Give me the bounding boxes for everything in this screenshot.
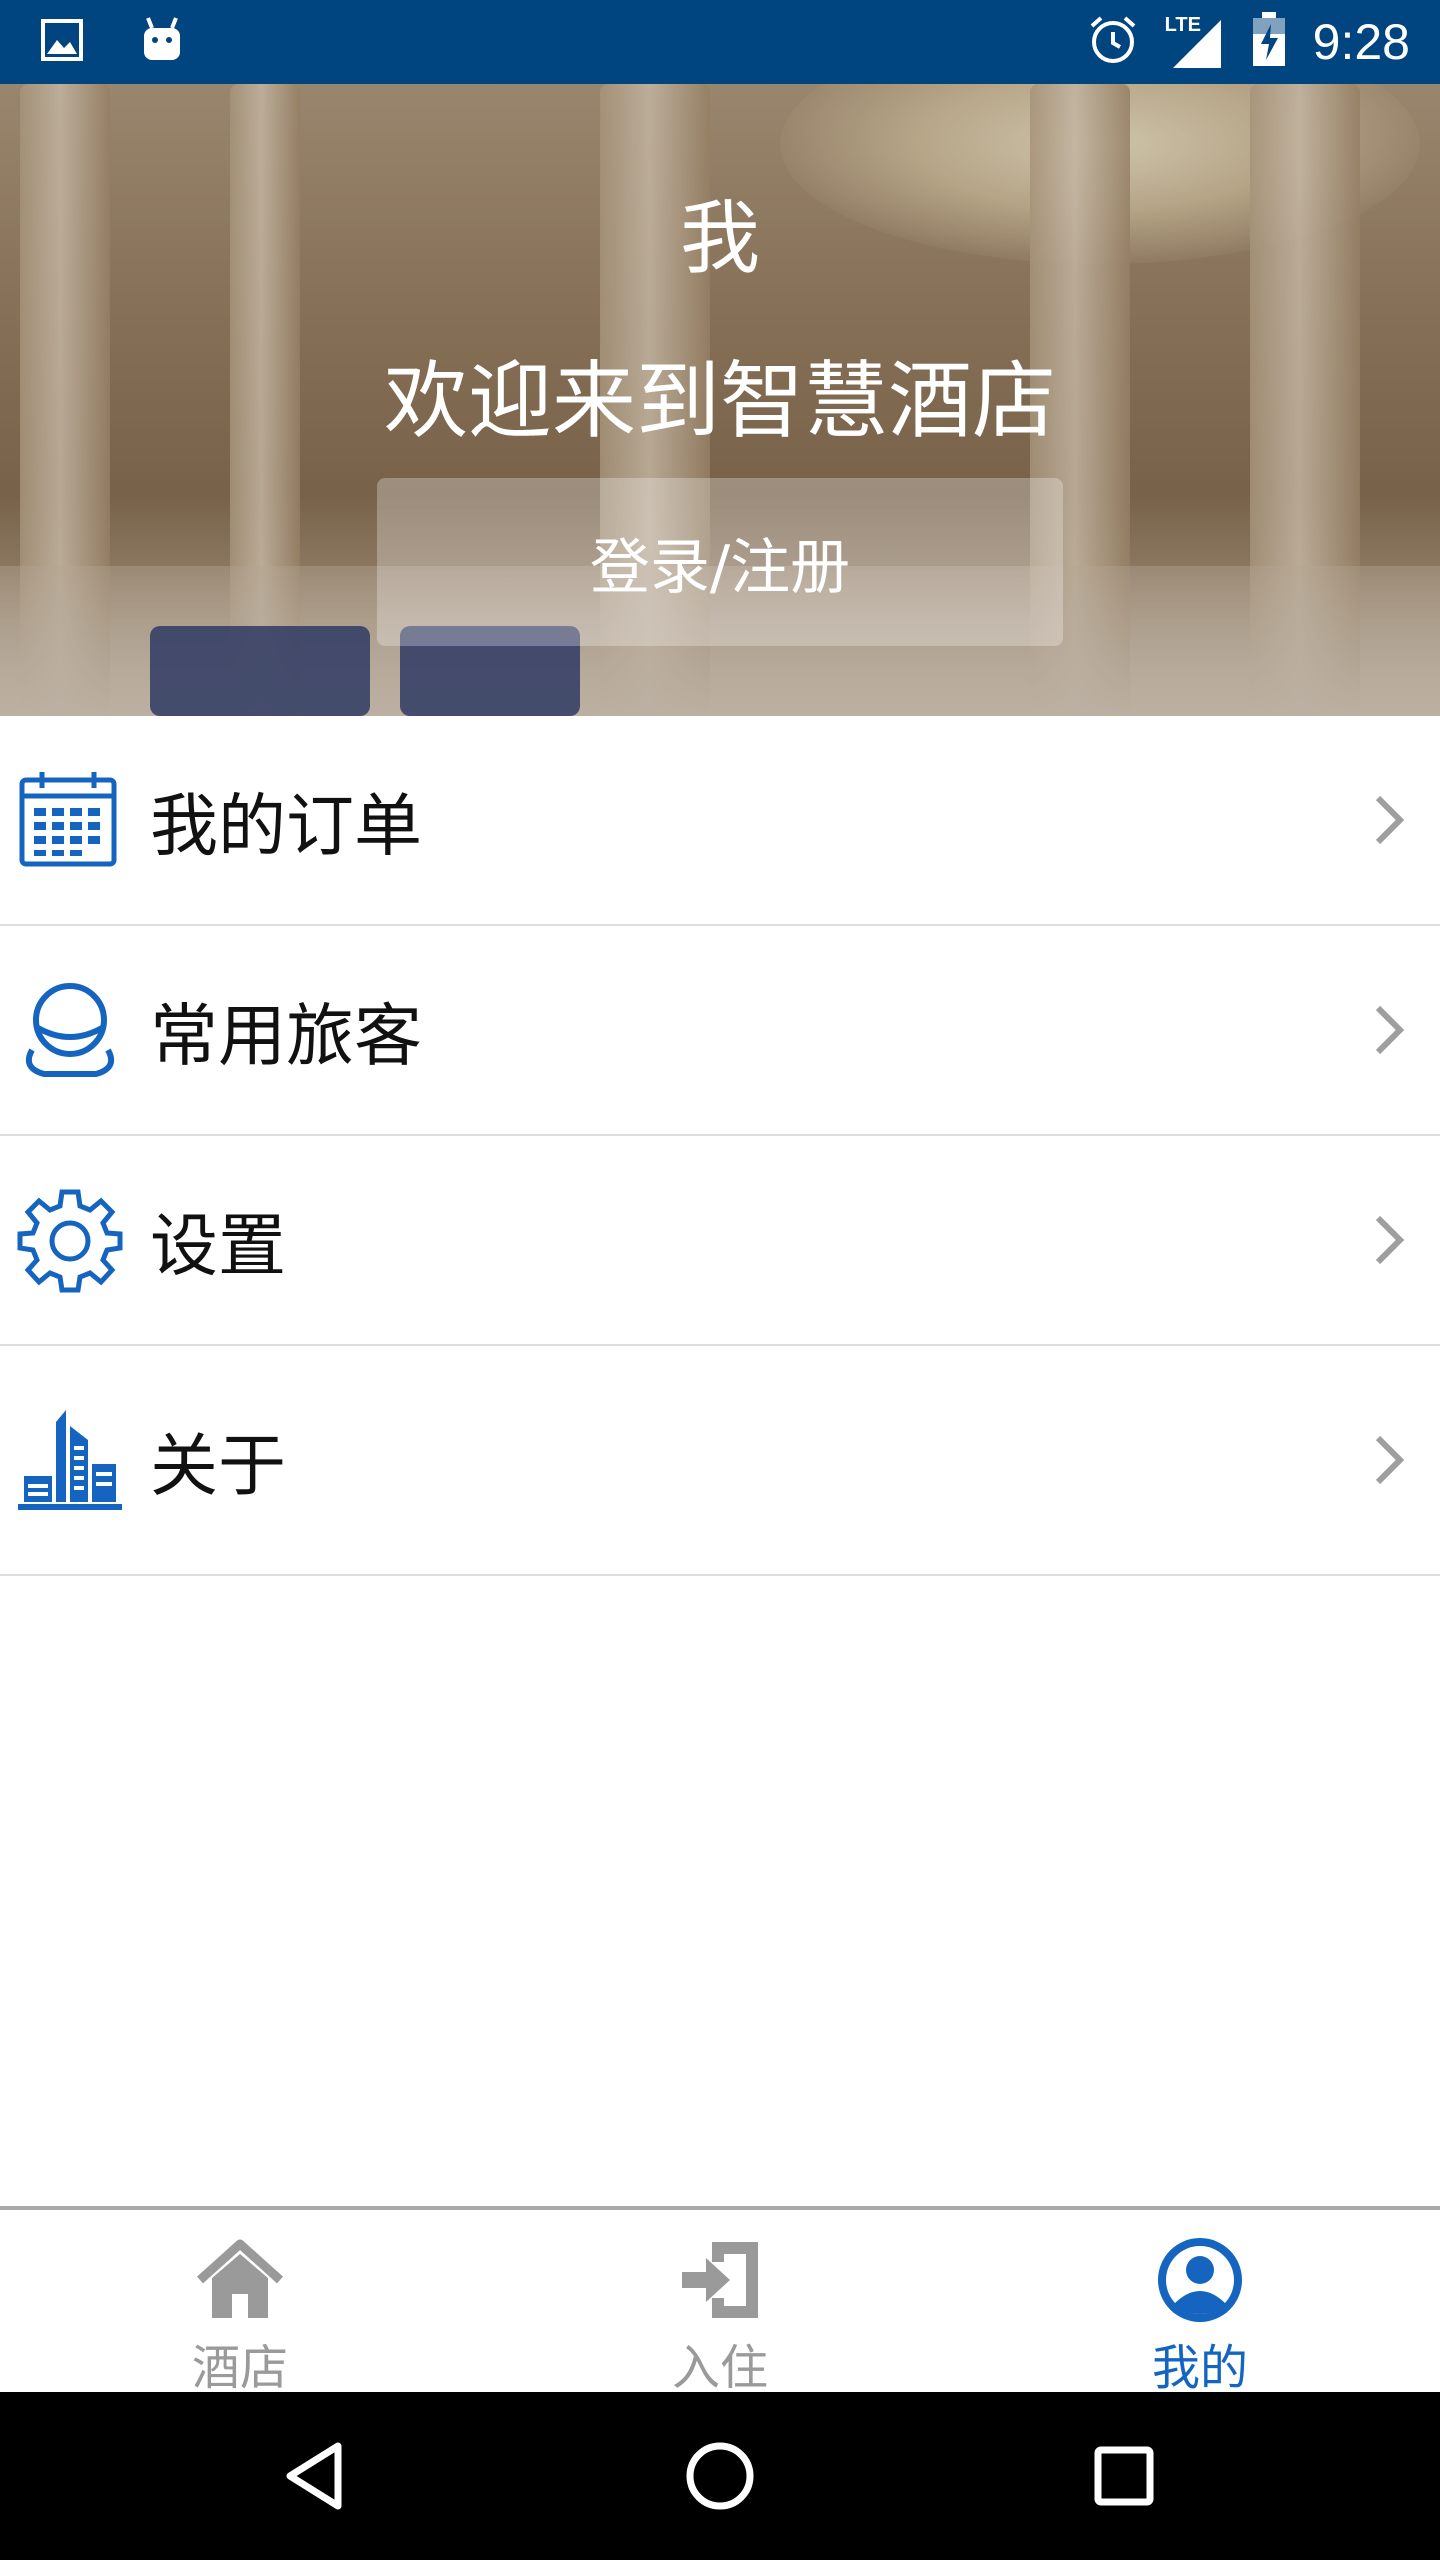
menu-item-travelers[interactable]: 常用旅客 — [0, 926, 1440, 1136]
clock: 9:28 — [1312, 14, 1410, 70]
menu-item-label: 关于 — [150, 1427, 287, 1507]
android-notification-icon — [140, 16, 184, 68]
home-icon — [192, 2232, 288, 2328]
tab-checkin[interactable]: 入住 — [480, 2210, 960, 2396]
bottom-tab-bar: 酒店 入住 我的 — [0, 2206, 1440, 2396]
calendar-icon — [16, 766, 124, 874]
page-title: 我 — [680, 192, 760, 285]
tab-label: 入住 — [671, 2340, 768, 2396]
profile-icon — [1152, 2232, 1248, 2328]
welcome-text: 欢迎来到智慧酒店 — [383, 352, 1056, 450]
recents-icon[interactable] — [1084, 2436, 1164, 2516]
login-register-button[interactable]: 登录/注册 — [377, 478, 1063, 646]
menu-item-orders[interactable]: 我的订单 — [0, 716, 1440, 926]
checkin-icon — [672, 2232, 768, 2328]
menu-item-label: 我的订单 — [150, 787, 423, 867]
tab-mine[interactable]: 我的 — [960, 2210, 1440, 2396]
tab-hotel[interactable]: 酒店 — [0, 2210, 480, 2396]
chevron-right-icon — [1370, 790, 1410, 850]
chevron-right-icon — [1370, 1000, 1410, 1060]
chevron-right-icon — [1370, 1210, 1410, 1270]
tab-label: 我的 — [1151, 2340, 1248, 2396]
image-notification-icon — [40, 18, 84, 66]
hero-banner: 我 欢迎来到智慧酒店 登录/注册 — [0, 84, 1440, 716]
menu-item-about[interactable]: 关于 — [0, 1346, 1440, 1576]
lte-signal-icon: LTE — [1165, 14, 1225, 70]
menu-item-label: 常用旅客 — [150, 997, 423, 1077]
system-navigation-bar — [0, 2392, 1440, 2560]
tab-label: 酒店 — [191, 2340, 288, 2396]
user-icon — [16, 976, 124, 1084]
battery-charging-icon — [1251, 12, 1287, 72]
menu-list: 我的订单 常用旅客 设置 关于 — [0, 716, 1440, 1576]
gear-icon — [16, 1186, 124, 1294]
chevron-right-icon — [1370, 1430, 1410, 1490]
back-icon[interactable] — [276, 2436, 356, 2516]
menu-item-label: 设置 — [150, 1207, 287, 1287]
status-bar: LTE 9:28 — [0, 0, 1440, 84]
home-circle-icon[interactable] — [680, 2436, 760, 2516]
building-icon — [16, 1406, 124, 1514]
menu-item-settings[interactable]: 设置 — [0, 1136, 1440, 1346]
alarm-icon — [1087, 14, 1139, 70]
